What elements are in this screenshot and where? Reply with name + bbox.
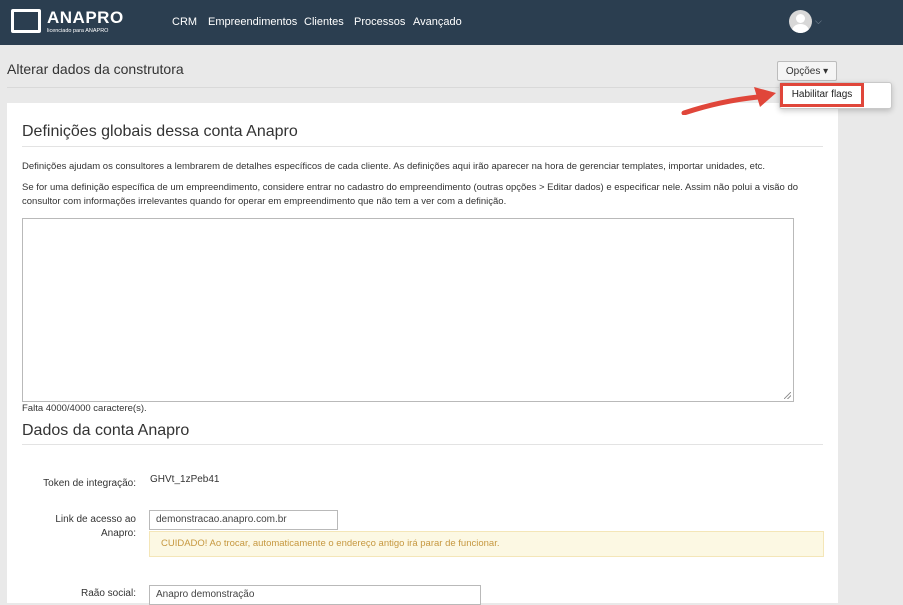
annotation-arrow-icon bbox=[681, 87, 776, 115]
divider bbox=[22, 444, 823, 445]
access-link-input[interactable]: demonstracao.anapro.com.br bbox=[149, 510, 338, 530]
section-title-account: Dados da conta Anapro bbox=[22, 422, 190, 439]
nav-link-avancado[interactable]: Avançado bbox=[413, 16, 462, 29]
definitions-textarea[interactable] bbox=[22, 218, 794, 402]
top-navbar: ANAPRO licenciado para ANAPRO CRM Empree… bbox=[0, 0, 903, 45]
logo-text[interactable]: ANAPRO bbox=[47, 9, 124, 27]
token-label: Token de integração: bbox=[43, 478, 136, 489]
nav-link-processos[interactable]: Processos bbox=[354, 16, 405, 29]
options-button[interactable]: Opções ▾ bbox=[777, 61, 837, 81]
company-name-label: Raão social: bbox=[80, 588, 136, 599]
section-title-globals: Definições globais dessa conta Anapro bbox=[22, 123, 298, 140]
user-avatar[interactable] bbox=[789, 10, 812, 33]
page-title: Alterar dados da construtora bbox=[7, 61, 184, 77]
globals-hint: Se for uma definição específica de um em… bbox=[22, 182, 799, 207]
chevron-down-icon[interactable]: ⌵ bbox=[815, 16, 822, 27]
nav-link-empreendimentos[interactable]: Empreendimentos bbox=[208, 16, 297, 29]
logo-subtitle: licenciado para ANAPRO bbox=[47, 28, 109, 34]
anapro-logo-icon[interactable] bbox=[11, 9, 41, 33]
page-gutter bbox=[838, 45, 903, 594]
divider bbox=[22, 146, 823, 147]
link-label-line2: Anapro: bbox=[100, 528, 136, 539]
nav-link-clientes[interactable]: Clientes bbox=[304, 16, 344, 29]
warning-alert: CUIDADO! Ao trocar, automaticamente o en… bbox=[149, 531, 824, 557]
resize-handle-icon[interactable] bbox=[784, 392, 791, 399]
globals-description: Definições ajudam os consultores a lembr… bbox=[22, 161, 765, 172]
menu-item-enable-flags[interactable]: Habilitar flags bbox=[780, 83, 864, 107]
token-value: GHVt_1zPeb41 bbox=[150, 474, 220, 485]
company-name-input[interactable]: Anapro demonstração bbox=[149, 585, 481, 605]
link-label-line1: Link de acesso ao bbox=[55, 514, 136, 525]
character-counter: Falta 4000/4000 caractere(s). bbox=[22, 403, 147, 414]
nav-link-crm[interactable]: CRM bbox=[172, 16, 197, 29]
